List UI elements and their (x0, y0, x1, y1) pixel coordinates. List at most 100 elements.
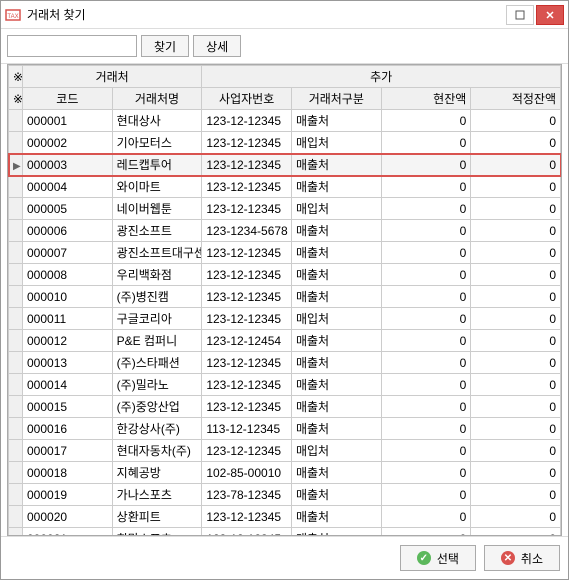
select-button[interactable]: ✓ 선택 (400, 545, 476, 571)
cell-bizno[interactable]: 123-12-12345 (202, 352, 292, 374)
cell-proper[interactable]: 0 (471, 242, 561, 264)
cell-bizno[interactable]: 123-12-12345 (202, 308, 292, 330)
cell-proper[interactable]: 0 (471, 484, 561, 506)
cell-name[interactable]: 한강상사(주) (112, 418, 202, 440)
row-selector[interactable] (9, 506, 23, 528)
cell-type[interactable]: 매출처 (291, 330, 381, 352)
cell-proper[interactable]: 0 (471, 132, 561, 154)
row-selector[interactable] (9, 440, 23, 462)
header-proper[interactable]: 적정잔액 (471, 88, 561, 110)
cell-code[interactable]: 000015 (23, 396, 113, 418)
cell-name[interactable]: P&E 컴퍼니 (112, 330, 202, 352)
cell-name[interactable]: 현대자동차(주) (112, 440, 202, 462)
cell-type[interactable]: 매출처 (291, 484, 381, 506)
cell-type[interactable]: 매입처 (291, 132, 381, 154)
cell-type[interactable]: 매출처 (291, 154, 381, 176)
cell-proper[interactable]: 0 (471, 264, 561, 286)
cell-type[interactable]: 매출처 (291, 528, 381, 537)
cell-code[interactable]: 000005 (23, 198, 113, 220)
table-row[interactable]: 000004와이마트123-12-12345매출처00 (9, 176, 561, 198)
cell-proper[interactable]: 0 (471, 176, 561, 198)
cell-balance[interactable]: 0 (381, 110, 471, 132)
cell-name[interactable]: 광진소프트대구센터 (112, 242, 202, 264)
cell-name[interactable]: 광진소프트 (112, 220, 202, 242)
row-selector[interactable] (9, 286, 23, 308)
header-bizno[interactable]: 사업자번호 (202, 88, 292, 110)
cell-bizno[interactable]: 123-12-12345 (202, 176, 292, 198)
cancel-button[interactable]: ✕ 취소 (484, 545, 560, 571)
cell-proper[interactable]: 0 (471, 330, 561, 352)
cell-code[interactable]: 000014 (23, 374, 113, 396)
cell-balance[interactable]: 0 (381, 440, 471, 462)
cell-code[interactable]: 000017 (23, 440, 113, 462)
cell-balance[interactable]: 0 (381, 484, 471, 506)
cell-type[interactable]: 매출처 (291, 396, 381, 418)
cell-proper[interactable]: 0 (471, 286, 561, 308)
find-button[interactable]: 찾기 (141, 35, 189, 57)
cell-proper[interactable]: 0 (471, 440, 561, 462)
cell-type[interactable]: 매출처 (291, 176, 381, 198)
cell-name[interactable]: 희망스포츠 (112, 528, 202, 537)
cell-balance[interactable]: 0 (381, 330, 471, 352)
cell-bizno[interactable]: 123-12-12345 (202, 132, 292, 154)
cell-balance[interactable]: 0 (381, 286, 471, 308)
cell-code[interactable]: 000013 (23, 352, 113, 374)
table-row[interactable]: ▶000003레드캡투어123-12-12345매출처00 (9, 154, 561, 176)
table-row[interactable]: 000001현대상사123-12-12345매출처00 (9, 110, 561, 132)
table-row[interactable]: 000017현대자동차(주)123-12-12345매입처00 (9, 440, 561, 462)
search-input[interactable] (7, 35, 137, 57)
cell-proper[interactable]: 0 (471, 374, 561, 396)
table-row[interactable]: 000014(주)밀라노123-12-12345매출처00 (9, 374, 561, 396)
cell-bizno[interactable]: 123-12-12345 (202, 286, 292, 308)
cell-code[interactable]: 000007 (23, 242, 113, 264)
cell-name[interactable]: 구글코리아 (112, 308, 202, 330)
row-selector[interactable] (9, 352, 23, 374)
cell-proper[interactable]: 0 (471, 418, 561, 440)
cell-bizno[interactable]: 123-12-12345 (202, 374, 292, 396)
table-row[interactable]: 000018지혜공방102-85-00010매출처00 (9, 462, 561, 484)
row-selector[interactable] (9, 330, 23, 352)
cell-bizno[interactable]: 123-12-12345 (202, 506, 292, 528)
row-selector[interactable] (9, 176, 23, 198)
table-row[interactable]: 000011구글코리아123-12-12345매입처00 (9, 308, 561, 330)
cell-bizno[interactable]: 123-78-12345 (202, 484, 292, 506)
row-selector[interactable] (9, 198, 23, 220)
cell-balance[interactable]: 0 (381, 220, 471, 242)
row-selector[interactable] (9, 528, 23, 537)
table-row[interactable]: 000010(주)병진캠123-12-12345매출처00 (9, 286, 561, 308)
cell-balance[interactable]: 0 (381, 154, 471, 176)
row-selector[interactable] (9, 242, 23, 264)
cell-type[interactable]: 매출처 (291, 110, 381, 132)
header-type[interactable]: 거래처구분 (291, 88, 381, 110)
table-row[interactable]: 000008우리백화점123-12-12345매출처00 (9, 264, 561, 286)
table-row[interactable]: 000021희망스포츠123-12-12345매출처00 (9, 528, 561, 537)
cell-bizno[interactable]: 123-12-12345 (202, 154, 292, 176)
header-selector2[interactable]: ※ (9, 88, 23, 110)
cell-code[interactable]: 000002 (23, 132, 113, 154)
cell-bizno[interactable]: 123-12-12345 (202, 110, 292, 132)
cell-proper[interactable]: 0 (471, 110, 561, 132)
header-code[interactable]: 코드 (23, 88, 113, 110)
cell-proper[interactable]: 0 (471, 352, 561, 374)
cell-bizno[interactable]: 123-12-12345 (202, 198, 292, 220)
cell-proper[interactable]: 0 (471, 462, 561, 484)
table-row[interactable]: 000005네이버웹툰123-12-12345매입처00 (9, 198, 561, 220)
cell-name[interactable]: (주)스타패션 (112, 352, 202, 374)
cell-code[interactable]: 000010 (23, 286, 113, 308)
cell-code[interactable]: 000021 (23, 528, 113, 537)
grid[interactable]: ※ 거래처 추가 ※ 코드 거래처명 사업자번호 거래처구분 현잔액 적정잔액 … (7, 64, 562, 536)
table-row[interactable]: 000012P&E 컴퍼니123-12-12454매출처00 (9, 330, 561, 352)
close-button[interactable] (536, 5, 564, 25)
cell-proper[interactable]: 0 (471, 308, 561, 330)
cell-balance[interactable]: 0 (381, 352, 471, 374)
row-selector[interactable] (9, 110, 23, 132)
cell-code[interactable]: 000012 (23, 330, 113, 352)
cell-name[interactable]: 네이버웹툰 (112, 198, 202, 220)
cell-type[interactable]: 매입처 (291, 440, 381, 462)
table-row[interactable]: 000002기아모터스123-12-12345매입처00 (9, 132, 561, 154)
cell-name[interactable]: 우리백화점 (112, 264, 202, 286)
cell-bizno[interactable]: 113-12-12345 (202, 418, 292, 440)
row-selector[interactable] (9, 220, 23, 242)
cell-code[interactable]: 000020 (23, 506, 113, 528)
cell-bizno[interactable]: 123-12-12345 (202, 264, 292, 286)
